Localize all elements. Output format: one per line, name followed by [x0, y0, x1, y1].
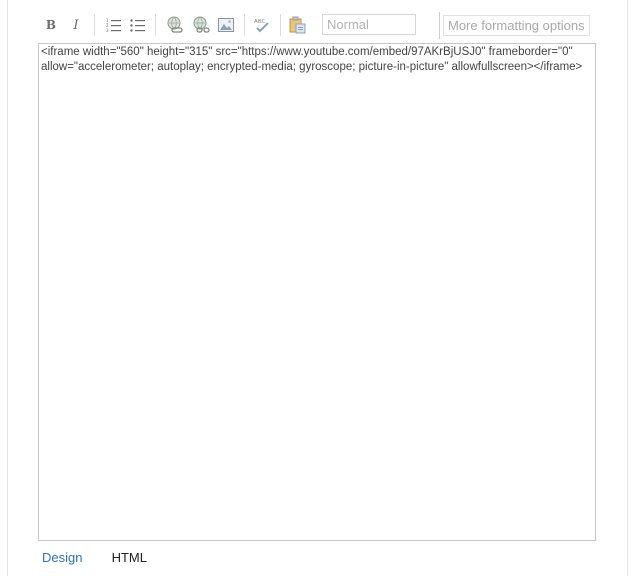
ordered-list-button[interactable]: 1 2 3: [104, 15, 124, 35]
toolbar-divider: [155, 14, 156, 36]
paste-icon: [289, 16, 306, 34]
tab-html[interactable]: HTML: [108, 550, 151, 565]
insert-link-button[interactable]: [165, 15, 185, 35]
paste-button[interactable]: [288, 15, 308, 35]
editor-mode-tabs: Design HTML: [38, 547, 167, 565]
svg-text:3: 3: [106, 28, 109, 32]
ordered-list-icon: 1 2 3: [106, 18, 121, 32]
bold-icon: B: [45, 18, 57, 32]
more-formatting-options-button[interactable]: More formatting options: [443, 15, 590, 36]
toolbar-divider: [244, 14, 245, 36]
paragraph-style-select[interactable]: Normal: [322, 14, 416, 35]
formatting-toolbar: B I 1 2 3 ABC Normal More formatting opt…: [8, 0, 627, 42]
html-source-editor[interactable]: <iframe width="560" height="315" src="ht…: [38, 43, 596, 541]
unlink-icon: [193, 16, 210, 33]
spell-check-icon: ABC: [254, 19, 269, 33]
bullet-list-icon: [130, 19, 145, 32]
bullet-list-button[interactable]: [128, 15, 148, 35]
spell-check-button[interactable]: ABC: [252, 15, 272, 35]
svg-text:ABC: ABC: [254, 19, 265, 25]
remove-link-button[interactable]: [191, 15, 211, 35]
image-icon: [218, 18, 234, 32]
italic-icon: I: [73, 17, 79, 33]
toolbar-divider: [439, 12, 440, 39]
italic-button[interactable]: I: [66, 15, 86, 35]
tab-design[interactable]: Design: [38, 550, 86, 565]
toolbar-divider: [280, 14, 281, 36]
html-editor-panel: B I 1 2 3 ABC Normal More formatting opt…: [7, 0, 628, 576]
toolbar-divider: [94, 14, 95, 36]
bold-button[interactable]: B: [41, 15, 61, 35]
insert-image-button[interactable]: [216, 15, 236, 35]
link-icon: [167, 16, 183, 33]
